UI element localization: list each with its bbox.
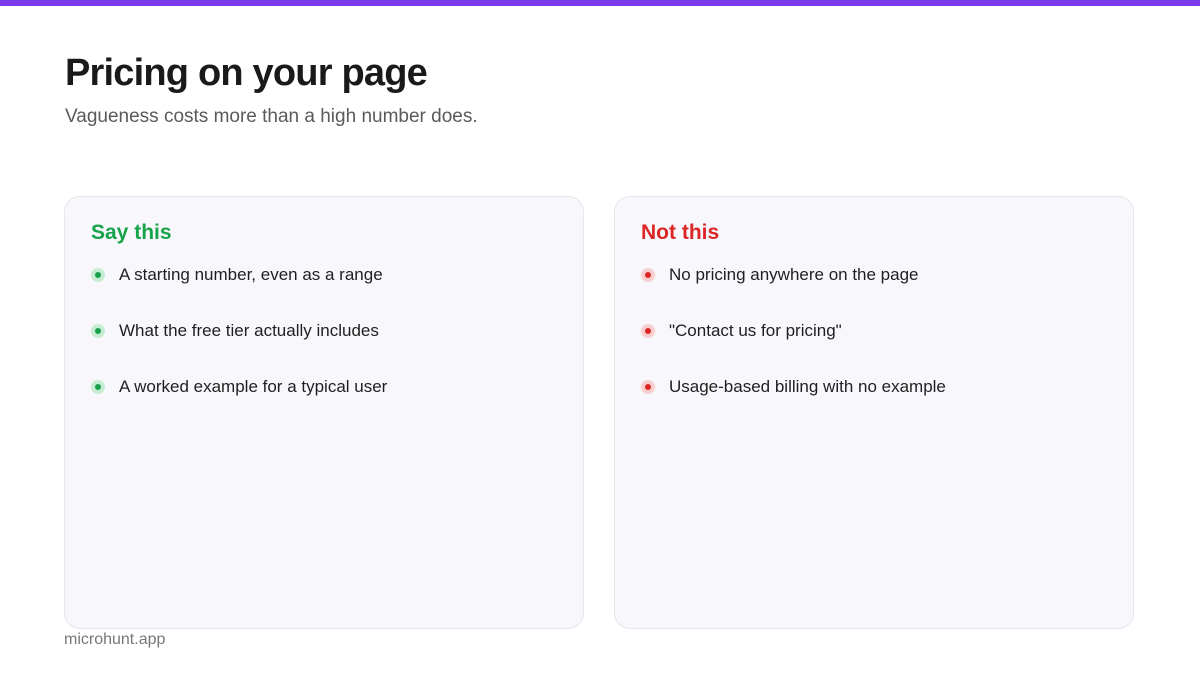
page-subtitle: Vagueness costs more than a high number …	[65, 106, 478, 127]
green-dot-icon	[91, 324, 105, 338]
red-dot-icon	[641, 380, 655, 394]
footer-brand: microhunt.app	[64, 631, 166, 648]
green-dot-icon	[91, 268, 105, 282]
list-item-label: Usage-based billing with no example	[669, 377, 946, 396]
list-item: "Contact us for pricing"	[641, 321, 1107, 341]
list-item: A worked example for a typical user	[91, 377, 557, 397]
list-item-label: No pricing anywhere on the page	[669, 265, 919, 284]
top-accent-bar	[0, 0, 1200, 6]
say-this-card: Say this A starting number, even as a ra…	[64, 196, 584, 629]
say-this-list: A starting number, even as a range What …	[91, 265, 557, 397]
say-this-heading: Say this	[91, 221, 172, 244]
list-item-label: A starting number, even as a range	[119, 265, 383, 284]
green-dot-icon	[91, 380, 105, 394]
list-item: What the free tier actually includes	[91, 321, 557, 341]
not-this-card: Not this No pricing anywhere on the page…	[614, 196, 1134, 629]
list-item: A starting number, even as a range	[91, 265, 557, 285]
list-item: No pricing anywhere on the page	[641, 265, 1107, 285]
list-item-label: What the free tier actually includes	[119, 321, 379, 340]
list-item: Usage-based billing with no example	[641, 377, 1107, 397]
red-dot-icon	[641, 268, 655, 282]
not-this-list: No pricing anywhere on the page "Contact…	[641, 265, 1107, 397]
not-this-heading: Not this	[641, 221, 720, 244]
red-dot-icon	[641, 324, 655, 338]
list-item-label: "Contact us for pricing"	[669, 321, 842, 340]
page-title: Pricing on your page	[65, 52, 428, 94]
list-item-label: A worked example for a typical user	[119, 377, 388, 396]
